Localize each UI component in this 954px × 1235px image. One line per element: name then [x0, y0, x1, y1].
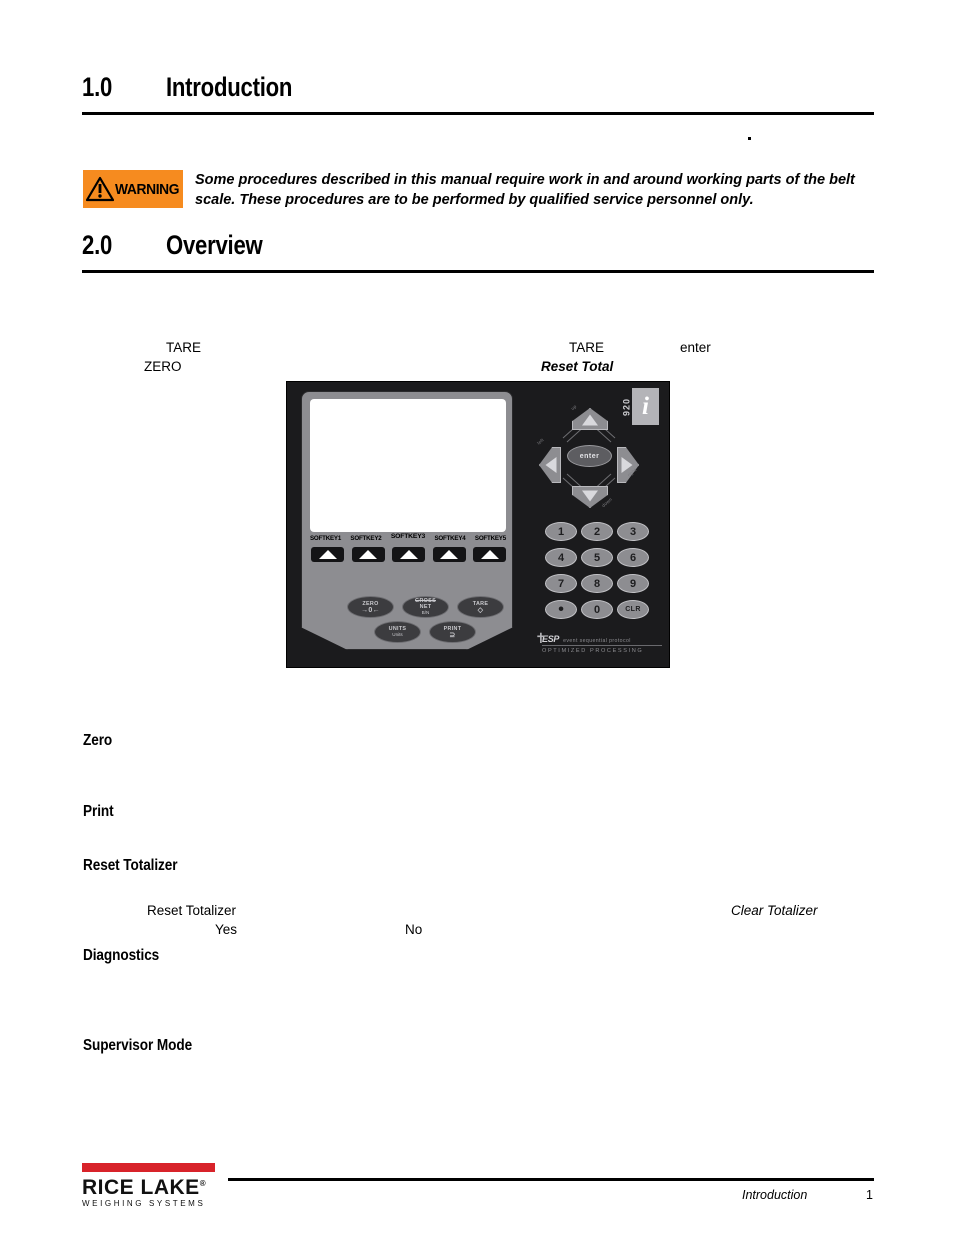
num-key-3[interactable]: 3: [617, 522, 649, 541]
section-number: 1.0: [82, 72, 113, 102]
warning-badge: WARNING: [83, 170, 183, 208]
logo-brand-name: RICE LAKE®: [82, 1173, 225, 1198]
section-rule-introduction: [82, 112, 874, 115]
fragment-zero-left: ZERO: [144, 359, 182, 374]
print-key-glyph: ⊇: [449, 631, 456, 639]
nav-up-key[interactable]: [572, 408, 608, 430]
zero-key-glyph: →0←: [361, 606, 380, 614]
softkey-label-5: SOFTKEY5: [474, 535, 506, 542]
rice-lake-logo: RICE LAKE® WEIGHING SYSTEMS: [82, 1163, 225, 1208]
section-title: Introduction: [166, 72, 293, 102]
subheading-print: Print: [83, 803, 114, 820]
softkey-label-3: SOFTKEY3: [390, 533, 426, 540]
fragment-yes: Yes: [215, 922, 238, 937]
units-key[interactable]: UNITS Units: [374, 621, 421, 643]
tare-key[interactable]: TARE ◇: [457, 596, 504, 618]
enter-key[interactable]: enter: [567, 445, 612, 467]
num-key-2[interactable]: 2: [581, 522, 613, 541]
function-key-panel: ZERO →0← GROSS NET B/N TARE ◇ UNITS Unit…: [301, 590, 513, 650]
subheading-diagnostics: Diagnostics: [83, 947, 160, 964]
nav-right-key[interactable]: [617, 447, 639, 483]
units-key-sublabel: Units: [392, 632, 403, 637]
esp-logo-row-1: ESP event sequential protocol: [542, 634, 662, 646]
logo-red-bar: [82, 1163, 215, 1172]
section-number: 2.0: [82, 230, 113, 260]
num-key-1[interactable]: 1: [545, 522, 577, 541]
softkey-label-row: SOFTKEY1 SOFTKEY2 SOFTKEY3 SOFTKEY4 SOFT…: [310, 533, 506, 542]
gross-net-key-glyph: B/N: [421, 610, 430, 615]
section-heading-introduction: 1.0 Introduction: [82, 72, 320, 103]
gross-net-key[interactable]: GROSS NET B/N: [402, 596, 449, 618]
subheading-zero: Zero: [83, 732, 113, 749]
indicator-illustration: SOFTKEY1 SOFTKEY2 SOFTKEY3 SOFTKEY4 SOFT…: [286, 381, 670, 668]
fragment-clear-totalizer: Clear Totalizer: [731, 903, 818, 918]
softkey-button-5[interactable]: [473, 547, 506, 562]
num-key-7[interactable]: 7: [545, 574, 577, 593]
subheading-reset-totalizer: Reset Totalizer: [83, 857, 178, 874]
model-logo-920i: 920 i: [621, 388, 659, 425]
warning-triangle-icon: [86, 176, 114, 202]
zero-key[interactable]: ZERO →0←: [347, 596, 394, 618]
num-key-decimal[interactable]: •: [545, 600, 577, 619]
nav-left-key[interactable]: [539, 447, 561, 483]
model-letter-i: i: [632, 388, 659, 425]
softkey-button-1[interactable]: [311, 547, 344, 562]
num-key-8[interactable]: 8: [581, 574, 613, 593]
display-bezel: SOFTKEY1 SOFTKEY2 SOFTKEY3 SOFTKEY4 SOFT…: [301, 391, 513, 591]
arrow-up-icon: [582, 414, 598, 426]
fragment-reset-totalizer: Reset Totalizer: [147, 903, 237, 918]
arrow-left-icon: [545, 457, 557, 473]
fragment-no: No: [405, 922, 423, 937]
num-key-5[interactable]: 5: [581, 548, 613, 567]
softkey-label-4: SOFTKEY4: [434, 535, 466, 542]
softkey-button-2[interactable]: [351, 547, 385, 562]
num-key-4[interactable]: 4: [545, 548, 577, 567]
esp-expansion: event sequential protocol: [563, 638, 631, 644]
stray-period: [748, 137, 751, 140]
section-rule-overview: [82, 270, 874, 273]
softkey-button-3[interactable]: [392, 547, 425, 562]
softkey-button-row: [311, 547, 506, 562]
num-key-6[interactable]: 6: [617, 548, 649, 567]
nav-caption-left: left: [536, 437, 545, 446]
logo-trademark: ®: [199, 1179, 207, 1188]
fragment-tare-right: TARE: [569, 340, 605, 355]
logo-brand-tagline: WEIGHING SYSTEMS: [82, 1199, 206, 1208]
footer-section-name: Introduction: [742, 1188, 808, 1202]
fragment-tare-left: TARE: [166, 340, 202, 355]
softkey-label-1: SOFTKEY1: [310, 535, 342, 542]
warning-label: WARNING: [115, 180, 180, 198]
warning-text: Some procedures described in this manual…: [195, 172, 855, 208]
esp-cross-icon: ✝: [535, 632, 547, 647]
num-key-9[interactable]: 9: [617, 574, 649, 593]
tare-key-glyph: ◇: [477, 606, 484, 614]
logo-brand-text: RICE LAKE: [82, 1176, 200, 1199]
numeric-keypad: 1 2 3 4 5 6 7 8 9 • 0 CLR: [545, 522, 649, 619]
footer-page-number: 1: [866, 1188, 873, 1202]
subheading-supervisor-mode: Supervisor Mode: [83, 1037, 193, 1054]
print-key[interactable]: PRINT ⊇: [429, 621, 476, 643]
model-digits: 920: [621, 397, 632, 416]
arrow-down-icon: [582, 490, 598, 502]
num-key-0[interactable]: 0: [581, 600, 613, 619]
esp-tagline: OPTIMIZED PROCESSING: [542, 647, 644, 654]
nav-caption-up: up: [570, 403, 578, 412]
document-page: 1.0 Introduction WARNING Some procedures…: [0, 0, 954, 1235]
softkey-label-2: SOFTKEY2: [350, 535, 382, 542]
footer-rule: [228, 1178, 874, 1181]
esp-logo: ✝ ESP event sequential protocol OPTIMIZE…: [535, 633, 662, 654]
fragment-enter: enter: [680, 340, 711, 355]
fragment-reset-total: Reset Total: [541, 359, 614, 374]
warning-block: WARNING Some procedures described in thi…: [83, 170, 873, 210]
softkey-button-4[interactable]: [432, 547, 466, 562]
lcd-screen: [310, 399, 506, 532]
section-heading-overview: 2.0 Overview: [82, 230, 284, 261]
section-title: Overview: [166, 230, 263, 260]
clear-key[interactable]: CLR: [617, 600, 649, 619]
